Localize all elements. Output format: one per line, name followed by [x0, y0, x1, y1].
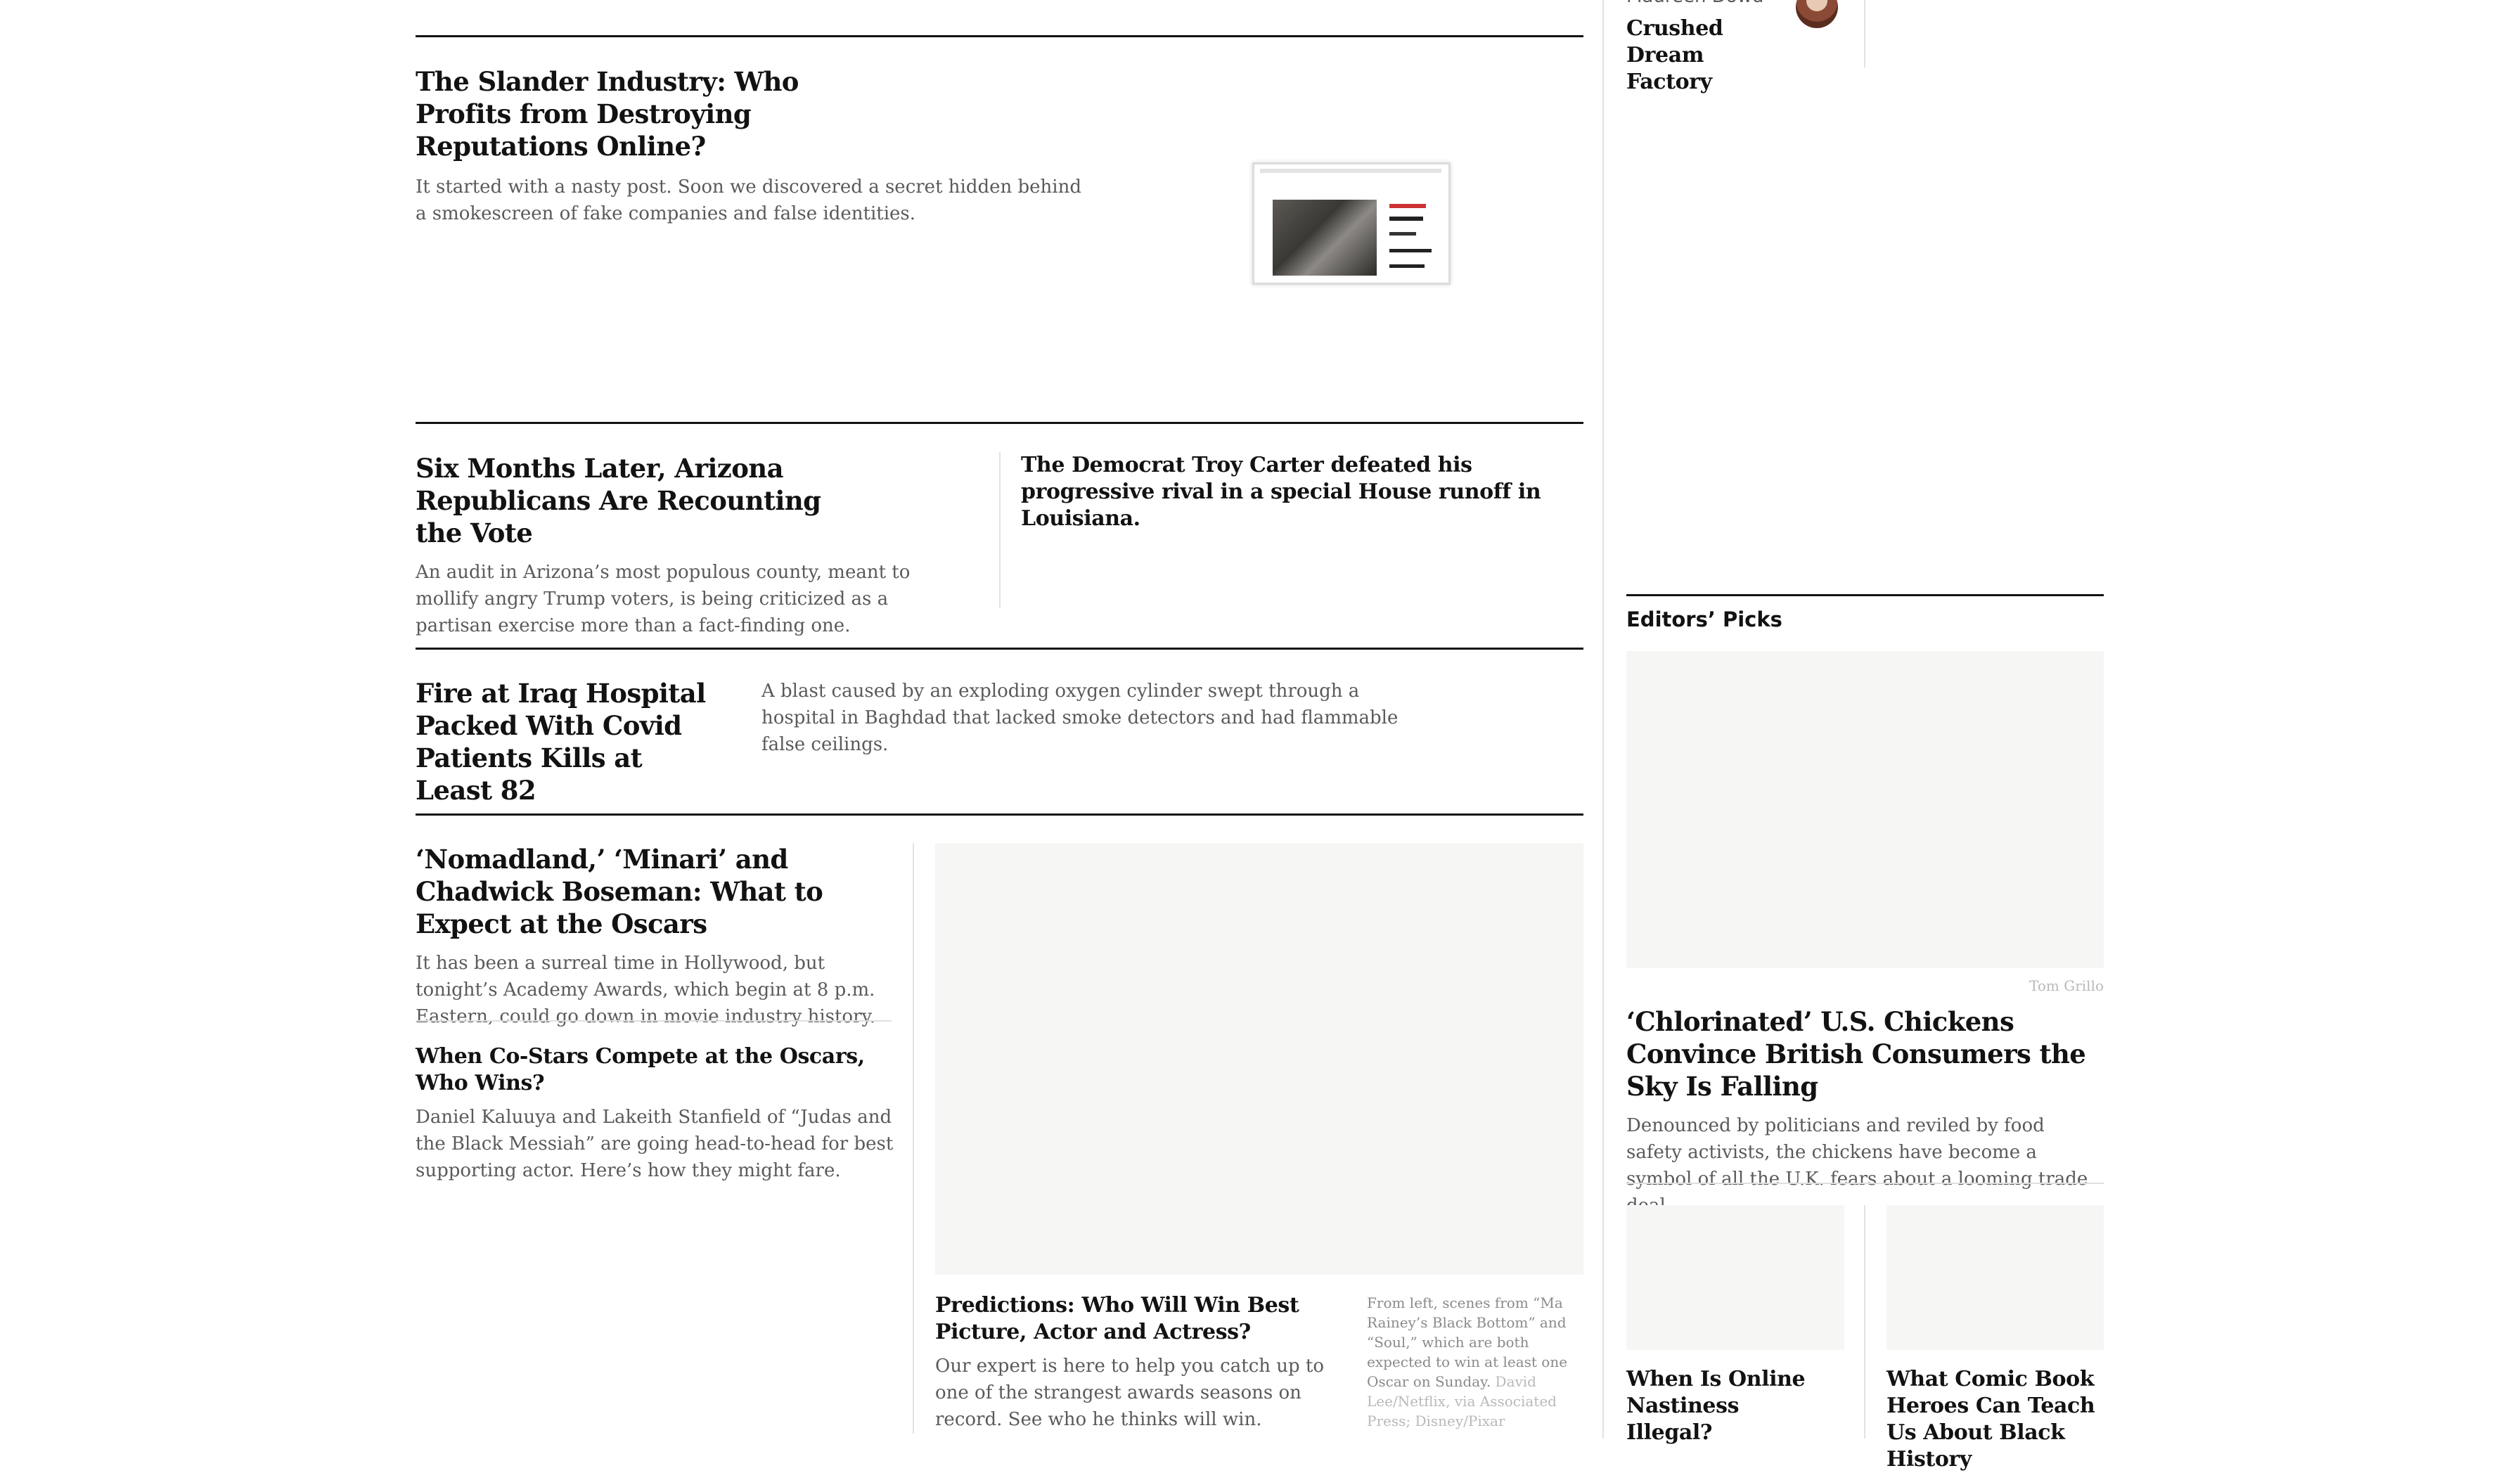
story-slander[interactable]: The Slander Industry: Who Profits from D… [416, 65, 1091, 227]
story-headline[interactable]: Predictions: Who Will Win Best Picture, … [935, 1292, 1329, 1346]
story-headline[interactable]: When Co-Stars Compete at the Oscars, Who… [416, 1043, 880, 1097]
story-summary: Daniel Kaluuya and Lakeith Stanfield of … [416, 1107, 894, 1181]
editors-pick-small-image[interactable] [1626, 1205, 1844, 1350]
section-rule [416, 813, 1583, 816]
story-summary: An audit in Arizona’s most populous coun… [416, 562, 911, 636]
story-carter[interactable]: The Democrat Troy Carter defeated his pr… [1021, 452, 1583, 532]
thumbnail-photo [1273, 200, 1377, 276]
editors-pick-main[interactable]: ‘Chlorinated’ U.S. Chickens Convince Bri… [1626, 1005, 2104, 1219]
story-headline[interactable]: When Is Online Nastiness Illegal? [1626, 1366, 1823, 1446]
image-credit: Tom Grillo [2029, 977, 2104, 994]
story-headline[interactable]: The Democrat Troy Carter defeated his pr… [1021, 452, 1583, 532]
thumbnail-text [1389, 264, 1425, 268]
story-rule [1626, 1183, 2104, 1184]
story-divider [999, 452, 1001, 608]
section-rule [416, 648, 1583, 650]
homepage-content: Maureen Dowd Crushed Dream Factory The S… [0, 0, 2520, 1472]
thumbnail-text [1389, 217, 1423, 221]
rail-divider [1602, 0, 1604, 1439]
editors-picks-rule [1626, 594, 2104, 596]
story-predictions[interactable]: Predictions: Who Will Win Best Picture, … [935, 1292, 1350, 1433]
thumbnail-text [1389, 204, 1426, 208]
story-headline[interactable]: Fire at Iraq Hospital Packed With Covid … [416, 677, 711, 806]
story-summary: A blast caused by an exploding oxygen cy… [761, 681, 1399, 755]
story-divider [913, 843, 914, 1434]
story-headline[interactable]: ‘Chlorinated’ U.S. Chickens Convince Bri… [1626, 1005, 2104, 1102]
caption-text: From left, scenes from “Ma Rainey’s Blac… [1367, 1294, 1568, 1390]
story-summary: Denounced by politicians and reviled by … [1626, 1115, 2088, 1216]
story-summary: It started with a nasty post. Soon we di… [416, 176, 1082, 224]
story-summary: Our expert is here to help you catch up … [935, 1356, 1325, 1430]
story-headline[interactable]: ‘Nomadland,’ ‘Minari’ and Chadwick Bosem… [416, 843, 894, 940]
story-thumbnail[interactable] [1252, 162, 1451, 285]
story-oscars[interactable]: ‘Nomadland,’ ‘Minari’ and Chadwick Bosem… [416, 843, 894, 1030]
image-caption: From left, scenes from “Ma Rainey’s Blac… [1367, 1293, 1585, 1431]
opinion-headline[interactable]: Crushed Dream Factory [1626, 15, 1795, 96]
editors-picks-label: Editors’ Picks [1626, 607, 1782, 631]
editors-pick-small-image[interactable] [1886, 1205, 2104, 1350]
story-rule [416, 1020, 892, 1022]
story-arizona[interactable]: Six Months Later, Arizona Republicans Ar… [416, 452, 964, 639]
section-rule [416, 422, 1583, 424]
story-headline[interactable]: Six Months Later, Arizona Republicans Ar… [416, 452, 866, 549]
story-headline[interactable]: The Slander Industry: Who Profits from D… [416, 65, 880, 162]
story-summary: It has been a surreal time in Hollywood,… [416, 953, 876, 1027]
thumbnail-text [1389, 232, 1416, 236]
editors-pick-image[interactable] [1626, 651, 2104, 968]
section-rule [416, 35, 1583, 37]
editors-pick-small[interactable]: When Is Online Nastiness Illegal? [1626, 1366, 1837, 1446]
oscars-image[interactable] [935, 843, 1583, 1275]
thumbnail-text [1389, 249, 1432, 252]
story-iraq[interactable]: Fire at Iraq Hospital Packed With Covid … [416, 677, 739, 806]
story-costars[interactable]: When Co-Stars Compete at the Oscars, Who… [416, 1043, 894, 1184]
story-headline[interactable]: What Comic Book Heroes Can Teach Us Abou… [1886, 1366, 2097, 1473]
story-divider [1864, 1205, 1865, 1439]
thumbnail-header [1260, 169, 1441, 173]
editors-pick-small[interactable]: What Comic Book Heroes Can Teach Us Abou… [1886, 1366, 2104, 1473]
opinion-divider [1864, 0, 1865, 67]
